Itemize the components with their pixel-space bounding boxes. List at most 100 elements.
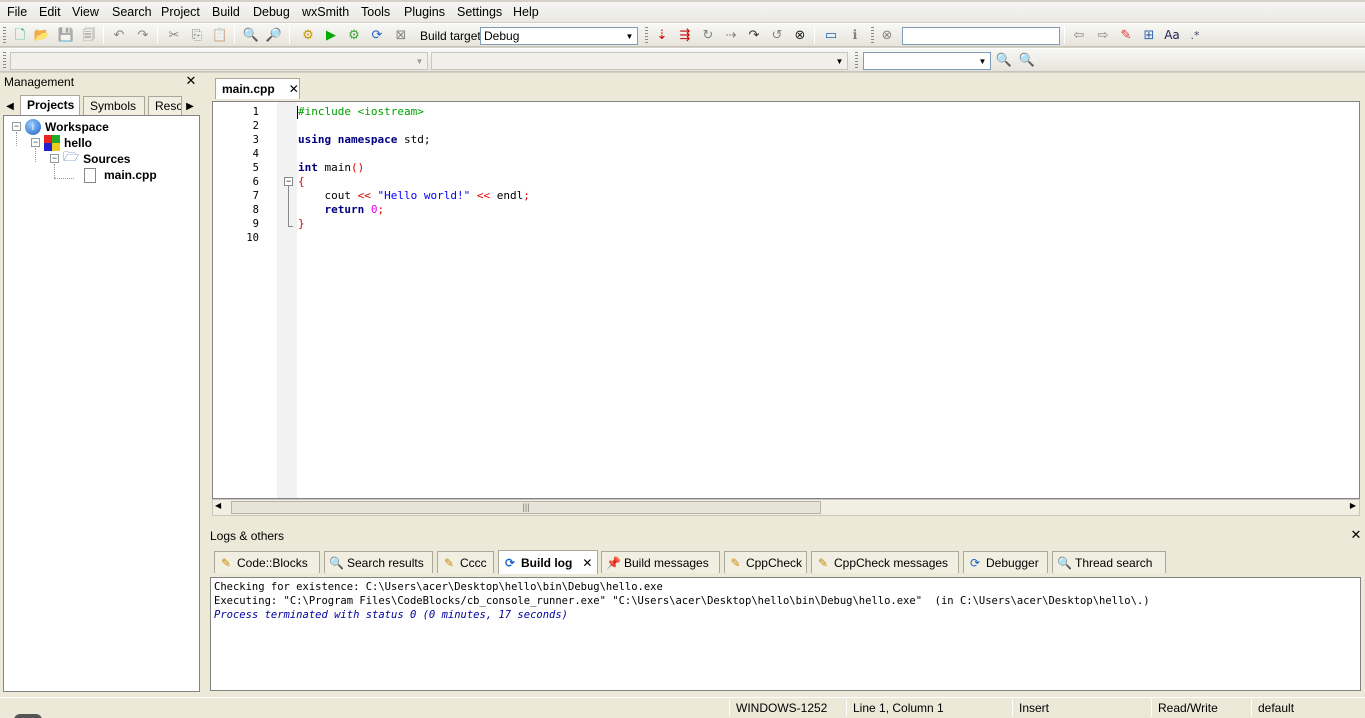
code-line-5: int main()	[298, 161, 365, 174]
fold-toggle-icon[interactable]: −	[284, 177, 293, 186]
undo-icon[interactable]: ↶	[110, 26, 128, 44]
debugger-icon: ⟳	[969, 555, 981, 570]
log-tab-thread-search[interactable]: 🔍 Thread search	[1052, 551, 1166, 573]
cut-icon[interactable]: ✂	[165, 26, 183, 44]
management-title: Management	[0, 73, 203, 90]
next-line-icon[interactable]: ↻	[699, 26, 717, 44]
tree-item-workspace[interactable]: i Workspace	[25, 119, 109, 135]
menu-settings[interactable]: Settings	[457, 5, 502, 19]
log-tab-search-results[interactable]: 🔍 Search results	[324, 551, 433, 573]
editor-horizontal-scrollbar[interactable]: ◀ ||| ▶	[212, 499, 1360, 516]
abort-icon[interactable]: ⊠	[392, 26, 410, 44]
tree-item-sources[interactable]: 🗁 Sources	[63, 150, 130, 167]
step-out-icon[interactable]: ↺	[768, 26, 786, 44]
paste-icon[interactable]: 📋	[211, 26, 229, 44]
scroll-right-icon[interactable]: ▶	[1350, 501, 1356, 510]
build-and-run-icon[interactable]: ⚙	[345, 26, 363, 44]
clear-search-icon[interactable]: ⊗	[878, 26, 896, 44]
tab-scroll-left-icon[interactable]: ◀	[3, 97, 17, 115]
tab-scroll-right-icon[interactable]: ▶	[184, 97, 196, 115]
build-target-select[interactable]: Debug ▼	[480, 27, 638, 45]
menu-plugins[interactable]: Plugins	[404, 5, 445, 19]
scrollbar-thumb[interactable]: |||	[231, 501, 821, 514]
menu-build[interactable]: Build	[212, 5, 240, 19]
debug-start-icon[interactable]: ⇣	[653, 26, 671, 44]
log-tab-debugger[interactable]: ⟳ Debugger	[963, 551, 1048, 573]
redo-icon[interactable]: ↷	[134, 26, 152, 44]
function-select[interactable]: ▼	[431, 52, 848, 70]
close-tab-icon[interactable]: ✕	[582, 556, 592, 570]
line-number-gutter: 1 2 3 4 5 6 7 8 9 10 −	[213, 102, 297, 498]
menu-file[interactable]: File	[7, 5, 27, 19]
code-editor[interactable]: 1 2 3 4 5 6 7 8 9 10 − #include <iostrea…	[212, 101, 1360, 499]
menu-tools[interactable]: Tools	[361, 5, 390, 19]
debug-windows-icon[interactable]: ▭	[822, 26, 840, 44]
step-into-icon[interactable]: ↷	[745, 26, 763, 44]
search-prev-icon[interactable]: ⇦	[1070, 26, 1088, 44]
search-icon: 🔍	[329, 555, 344, 570]
scope-select[interactable]: ▼	[10, 52, 428, 70]
log-tab-codeblocks[interactable]: ✎ Code::Blocks	[214, 551, 320, 573]
log-tab-build-log[interactable]: ⟳ Build log ✕	[498, 550, 598, 574]
thread-search-icon[interactable]: 🔍	[1018, 51, 1036, 69]
expand-toggle[interactable]: −	[12, 122, 21, 131]
log-tab-cppcheck[interactable]: ✎ CppCheck	[724, 551, 807, 573]
run-icon[interactable]: ▶	[322, 26, 340, 44]
save-icon[interactable]: 💾	[57, 26, 75, 44]
open-folder-icon[interactable]: 📂	[33, 26, 51, 44]
highlight-icon[interactable]: ✎	[1117, 26, 1135, 44]
various-info-icon[interactable]: ℹ	[846, 26, 864, 44]
copy-icon[interactable]: ⎘	[188, 26, 206, 44]
menu-project[interactable]: Project	[161, 5, 200, 19]
line-number: 6	[252, 176, 259, 188]
tab-resources[interactable]: Resources	[148, 96, 182, 115]
tab-symbols[interactable]: Symbols	[83, 96, 145, 115]
regex-icon[interactable]: .*	[1186, 26, 1204, 44]
expand-toggle[interactable]: −	[31, 138, 40, 147]
rebuild-icon[interactable]: ⟳	[368, 26, 386, 44]
code-line-8: return 0;	[324, 203, 385, 216]
log-tab-cppcheck-messages[interactable]: ✎ CppCheck messages	[811, 551, 959, 573]
chevron-down-icon: ▼	[835, 56, 844, 66]
build-log-output[interactable]: Checking for existence: C:\Users\acer\De…	[210, 577, 1361, 691]
close-icon[interactable]: ✕	[1349, 527, 1363, 542]
thread-search-options-icon[interactable]: 🔍	[995, 51, 1013, 69]
code-line-7: cout << "Hello world!" << endl;	[298, 189, 530, 202]
find-icon[interactable]: 🔍	[242, 26, 260, 44]
log-icon: ✎	[817, 555, 829, 570]
menu-wxsmith[interactable]: wxSmith	[302, 5, 349, 19]
selected-text-only-icon[interactable]: ⊞	[1140, 26, 1158, 44]
save-all-icon[interactable]: 🗐	[80, 26, 98, 44]
search-next-icon[interactable]: ⇨	[1094, 26, 1112, 44]
log-tab-cccc[interactable]: ✎ Cccc	[437, 551, 494, 573]
search-icon: 🔍	[1057, 555, 1072, 570]
toolbar-grip[interactable]	[3, 27, 6, 43]
project-icon	[44, 135, 60, 151]
stop-debugger-icon[interactable]: ⊗	[791, 26, 809, 44]
expand-toggle[interactable]: −	[50, 154, 59, 163]
close-tab-icon[interactable]: ✕	[289, 82, 299, 96]
incremental-search-input[interactable]	[902, 27, 1060, 45]
editor-tab-main-cpp[interactable]: main.cpp ✕	[215, 78, 300, 99]
replace-icon[interactable]: 🔎	[265, 26, 283, 44]
scroll-left-icon[interactable]: ◀	[215, 501, 221, 510]
match-case-icon[interactable]: Aa	[1163, 26, 1181, 44]
tab-projects[interactable]: Projects	[20, 95, 80, 115]
menu-edit[interactable]: Edit	[39, 5, 61, 19]
menu-help[interactable]: Help	[513, 5, 539, 19]
run-to-cursor-icon[interactable]: ⇶	[676, 26, 694, 44]
log-tab-build-messages[interactable]: 📌 Build messages	[601, 551, 720, 573]
next-instruction-icon[interactable]: ⇢	[722, 26, 740, 44]
search-text-select[interactable]: ▼	[863, 52, 991, 70]
menu-search[interactable]: Search	[112, 5, 152, 19]
line-number: 2	[252, 120, 259, 132]
code-line-6: {	[298, 175, 305, 188]
build-gear-icon[interactable]: ⚙	[299, 26, 317, 44]
tree-item-main-cpp[interactable]: main.cpp	[84, 167, 157, 183]
line-number: 3	[252, 134, 259, 146]
menu-view[interactable]: View	[72, 5, 99, 19]
chevron-down-icon: ▼	[415, 56, 424, 66]
close-icon[interactable]: ✕	[184, 73, 198, 88]
menu-debug[interactable]: Debug	[253, 5, 290, 19]
new-file-icon[interactable]: 🗋	[11, 26, 29, 44]
